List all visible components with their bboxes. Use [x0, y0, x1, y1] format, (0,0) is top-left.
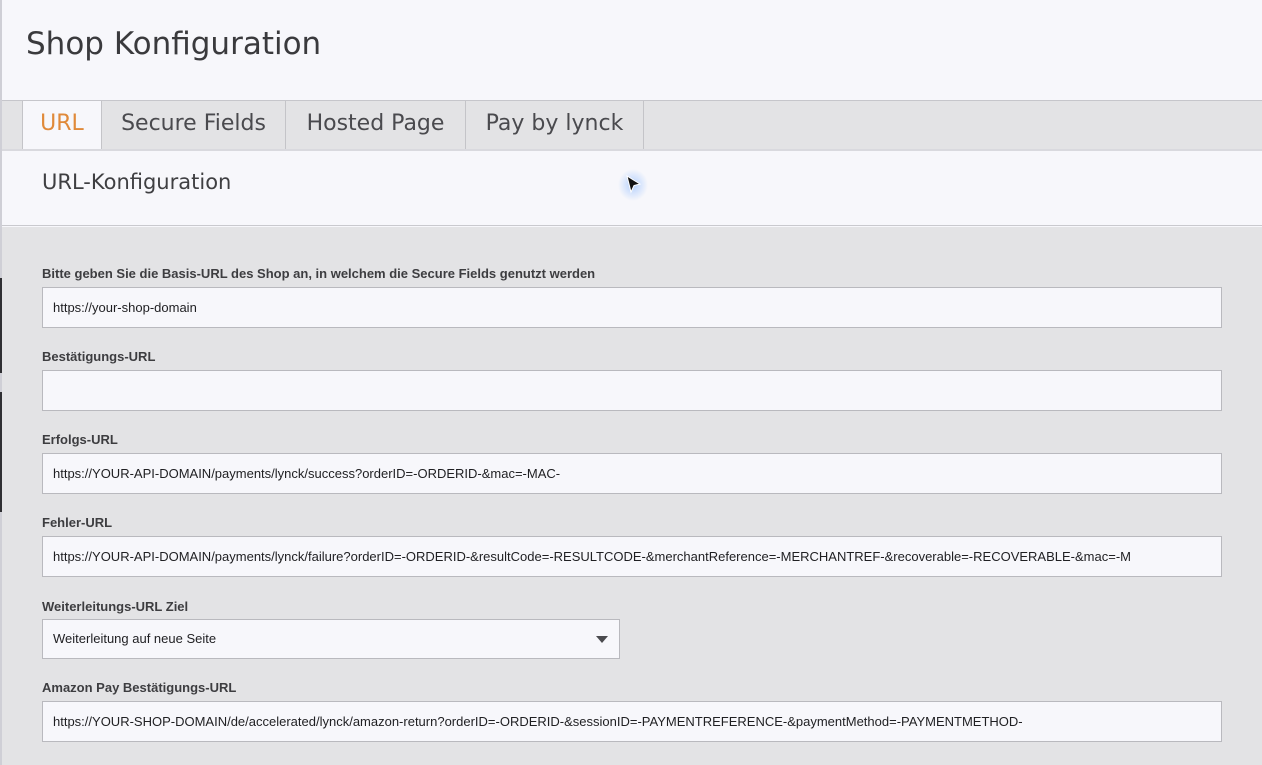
tab-bar: URL Secure Fields Hosted Page Pay by lyn…	[2, 100, 1262, 150]
amazon-url-label: Amazon Pay Bestätigungs-URL	[42, 680, 237, 695]
tab-secure-fields[interactable]: Secure Fields	[102, 101, 286, 149]
success-url-label: Erfolgs-URL	[42, 432, 118, 447]
page-header: Shop Konfiguration	[2, 0, 1262, 100]
tab-hosted-page[interactable]: Hosted Page	[286, 101, 466, 149]
success-url-input[interactable]: https://YOUR-API-DOMAIN/payments/lynck/s…	[42, 453, 1222, 494]
error-url-input[interactable]: https://YOUR-API-DOMAIN/payments/lynck/f…	[42, 536, 1222, 577]
redirect-target-value: Weiterleitung auf neue Seite	[53, 631, 217, 646]
base-url-input[interactable]: https://your-shop-domain	[42, 287, 1222, 328]
tab-pay-by-lynck[interactable]: Pay by lynck	[466, 101, 644, 149]
confirm-url-label: Bestätigungs-URL	[42, 349, 156, 364]
base-url-label: Bitte geben Sie die Basis-URL des Shop a…	[42, 266, 596, 281]
redirect-target-label: Weiterleitungs-URL Ziel	[42, 599, 189, 614]
page-title: Shop Konfiguration	[26, 26, 322, 62]
section-title: URL-Konfiguration	[42, 170, 232, 194]
url-config-form: Bitte geben Sie die Basis-URL des Shop a…	[2, 227, 1262, 765]
amazon-url-input[interactable]: https://YOUR-SHOP-DOMAIN/de/accelerated/…	[42, 701, 1222, 742]
redirect-target-select[interactable]: Weiterleitung auf neue Seite	[42, 619, 620, 659]
tab-url[interactable]: URL	[22, 101, 102, 150]
error-url-label: Fehler-URL	[42, 515, 113, 530]
confirm-url-input[interactable]	[42, 370, 1222, 411]
mouse-cursor-icon	[618, 169, 648, 201]
chevron-down-icon	[596, 636, 608, 643]
